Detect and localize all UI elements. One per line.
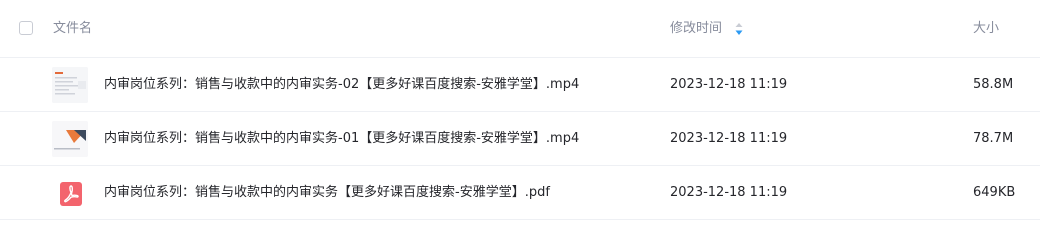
file-size: 649KB [973,185,1016,200]
video-thumbnail-icon [52,121,88,157]
file-modified-time: 2023-12-18 11:19 [670,185,788,200]
file-size: 78.7M [973,131,1014,146]
column-header-name[interactable]: 文件名 [53,20,92,38]
file-name-link[interactable]: 内审岗位系列：销售与收款中的内审实务-02【更多好课百度搜索-安雅学堂】.mp4 [104,76,579,94]
sort-icon[interactable] [734,22,744,36]
select-all-checkbox[interactable] [19,21,33,35]
file-modified-time: 2023-12-18 11:19 [670,131,788,146]
file-size: 58.8M [973,77,1014,92]
file-list-table: 文件名 修改时间 大小 内审岗位系列：销售与收款中的内审实务-02【更多好课百度… [0,0,1056,246]
pdf-icon [60,182,82,206]
table-row[interactable]: 内审岗位系列：销售与收款中的内审实务【更多好课百度搜索-安雅学堂】.pdf 20… [0,166,1040,220]
file-name-link[interactable]: 内审岗位系列：销售与收款中的内审实务-01【更多好课百度搜索-安雅学堂】.mp4 [104,130,579,148]
file-name-link[interactable]: 内审岗位系列：销售与收款中的内审实务【更多好课百度搜索-安雅学堂】.pdf [104,184,550,202]
table-row[interactable]: 内审岗位系列：销售与收款中的内审实务-01【更多好课百度搜索-安雅学堂】.mp4… [0,112,1040,166]
table-row[interactable]: 内审岗位系列：销售与收款中的内审实务-02【更多好课百度搜索-安雅学堂】.mp4… [0,58,1040,112]
video-thumbnail-icon [52,67,88,103]
column-header-modified-time[interactable]: 修改时间 [670,20,722,38]
table-header: 文件名 修改时间 大小 [0,0,1040,58]
column-header-size[interactable]: 大小 [973,20,999,38]
file-modified-time: 2023-12-18 11:19 [670,77,788,92]
